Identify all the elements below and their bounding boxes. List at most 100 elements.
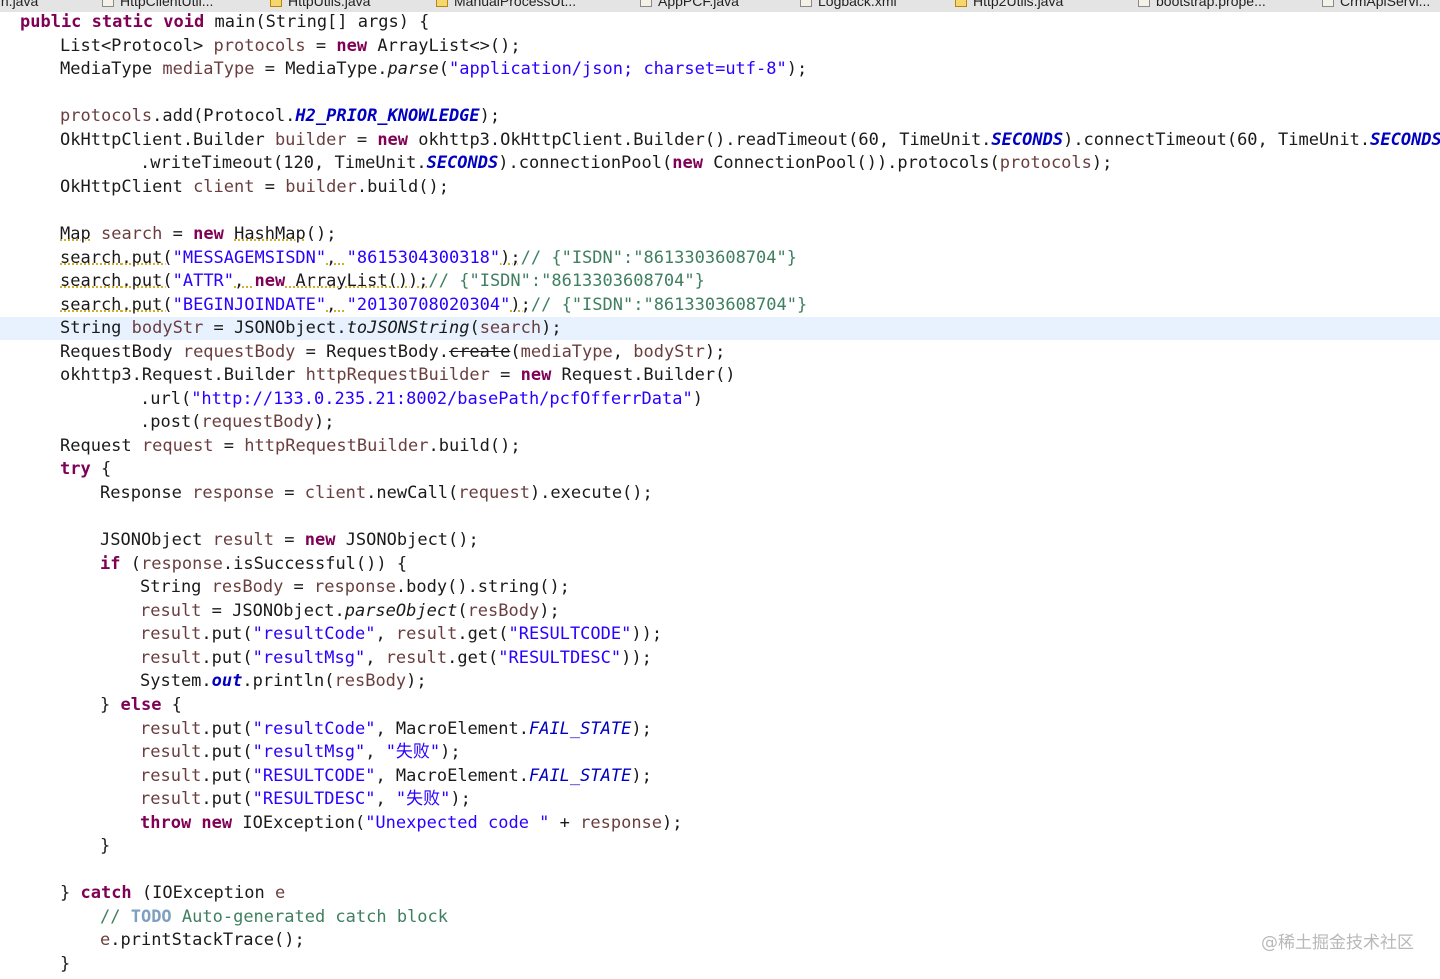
- code-token: .get(: [447, 647, 499, 668]
- code-text: .post(requestBody);: [140, 411, 335, 434]
- code-token: new: [672, 153, 703, 174]
- code-token: ,: [612, 341, 634, 362]
- editor-tab-label: HttpUtils.java: [288, 0, 371, 9]
- code-token: .put(: [201, 624, 253, 645]
- code-line[interactable]: } catch (IOException e: [0, 882, 1440, 905]
- code-token: ,: [365, 647, 386, 668]
- editor-tab[interactable]: AppPCF.java: [640, 0, 739, 11]
- code-line[interactable]: result = JSONObject.parseObject(resBody)…: [0, 600, 1440, 623]
- editor-tab-label: Http2Utils.java: [973, 0, 1064, 9]
- code-line[interactable]: result.put("resultCode", result.get("RES…: [0, 623, 1440, 646]
- code-line[interactable]: result.put("resultCode", MacroElement.FA…: [0, 718, 1440, 741]
- code-token: result: [140, 600, 202, 621]
- code-line[interactable]: JSONObject result = new JSONObject();: [0, 529, 1440, 552]
- code-token: = RequestBody.: [295, 341, 449, 362]
- code-line[interactable]: if (response.isSuccessful()) {: [0, 553, 1440, 576]
- code-line[interactable]: Response response = client.newCall(reque…: [0, 482, 1440, 505]
- code-line[interactable]: // TODO Auto-generated catch block: [0, 906, 1440, 929]
- code-text: .url("http://133.0.235.21:8002/basePath/…: [140, 388, 703, 411]
- editor-tab[interactable]: Http2Utils.java: [955, 0, 1063, 11]
- code-token: "RESULTCODE": [508, 624, 632, 645]
- code-token: ,: [375, 624, 396, 645]
- code-token: result: [140, 742, 202, 763]
- code-token: =: [274, 483, 305, 503]
- code-line[interactable]: search.put("ATTR", new ArrayList());// {…: [0, 270, 1440, 293]
- code-line[interactable]: try {: [0, 458, 1440, 481]
- code-token: SECONDS: [1370, 129, 1440, 150]
- code-token: public static void: [20, 12, 215, 32]
- code-token: SECONDS: [991, 129, 1064, 150]
- code-token: );: [631, 765, 652, 786]
- code-line[interactable]: search.put("MESSAGEMSISDN", "86153043003…: [0, 247, 1440, 270]
- code-line[interactable]: [0, 506, 1440, 529]
- code-token: protocols: [999, 153, 1092, 174]
- code-token: ArrayList());: [285, 271, 429, 292]
- code-token: FAIL_STATE: [528, 765, 632, 786]
- code-line[interactable]: List<Protocol> protocols = new ArrayList…: [0, 35, 1440, 58]
- code-line[interactable]: Map search = new HashMap();: [0, 223, 1440, 246]
- code-line[interactable]: .post(requestBody);: [0, 411, 1440, 434]
- code-line[interactable]: RequestBody requestBody = RequestBody.cr…: [0, 341, 1440, 364]
- code-token: new: [520, 365, 552, 386]
- file-icon: [800, 0, 812, 7]
- editor-tab[interactable]: ManualProcessUt...: [436, 0, 576, 11]
- code-token: .put(: [201, 789, 253, 810]
- code-token: ConnectionPool()).protocols(: [702, 153, 1000, 174]
- code-line[interactable]: e.printStackTrace();: [0, 929, 1440, 952]
- code-line[interactable]: result.put("RESULTCODE", MacroElement.FA…: [0, 765, 1440, 788]
- code-token: "8615304300318": [346, 247, 501, 268]
- code-line[interactable]: .url("http://133.0.235.21:8002/basePath/…: [0, 388, 1440, 411]
- code-line[interactable]: throw new IOException("Unexpected code "…: [0, 812, 1440, 835]
- code-token: search: [100, 223, 163, 244]
- code-token: ,: [375, 789, 396, 810]
- code-token: );: [479, 106, 501, 127]
- code-token: result: [140, 718, 202, 739]
- code-line[interactable]: OkHttpClient.Builder builder = new okhtt…: [0, 129, 1440, 152]
- code-token: TODO: [130, 906, 172, 927]
- code-token: JSONObject();: [335, 530, 479, 551]
- code-token: search: [60, 294, 122, 315]
- code-line[interactable]: public static void main(String[] args) {: [0, 11, 1440, 34]
- current-code-line[interactable]: String bodyStr = JSONObject.toJSONString…: [0, 317, 1440, 341]
- code-line[interactable]: result.put("RESULTDESC", "失败");: [0, 788, 1440, 811]
- editor-tab[interactable]: bootstrap.prope...: [1138, 0, 1266, 11]
- code-token: =: [213, 435, 245, 456]
- code-line[interactable]: [0, 859, 1440, 882]
- code-text: Response response = client.newCall(reque…: [100, 482, 653, 505]
- code-token: }: [100, 836, 111, 857]
- code-token: request: [458, 483, 530, 503]
- code-line[interactable]: String resBody = response.body().string(…: [0, 576, 1440, 599]
- code-line[interactable]: System.out.println(resBody);: [0, 670, 1440, 693]
- code-line[interactable]: result.put("resultMsg", result.get("RESU…: [0, 647, 1440, 670]
- code-text: result.put("RESULTCODE", MacroElement.FA…: [140, 765, 652, 788]
- code-line[interactable]: }: [0, 953, 1440, 976]
- code-line[interactable]: result.put("resultMsg", "失败");: [0, 741, 1440, 764]
- code-line[interactable]: .writeTimeout(120, TimeUnit.SECONDS).con…: [0, 152, 1440, 175]
- code-line[interactable]: [0, 82, 1440, 105]
- editor-tab[interactable]: HttpUtils.java: [270, 0, 370, 11]
- code-line[interactable]: okhttp3.Request.Builder httpRequestBuild…: [0, 364, 1440, 387]
- code-token: );: [704, 341, 726, 362]
- code-token: new: [254, 271, 286, 292]
- code-line[interactable]: OkHttpClient client = builder.build();: [0, 176, 1440, 199]
- code-token: }: [60, 883, 81, 904]
- editor-tab[interactable]: HttpClientUtil...: [102, 0, 213, 11]
- code-line[interactable]: [0, 199, 1440, 222]
- code-line[interactable]: protocols.add(Protocol.H2_PRIOR_KNOWLEDG…: [0, 105, 1440, 128]
- code-line[interactable]: }: [0, 835, 1440, 858]
- code-line[interactable]: Request request = httpRequestBuilder.bui…: [0, 435, 1440, 458]
- code-token: builder: [285, 176, 357, 197]
- code-editor[interactable]: public static void main(String[] args) {…: [0, 12, 1440, 979]
- code-line[interactable]: } else {: [0, 694, 1440, 717]
- editor-tab[interactable]: Logback.xml: [800, 0, 897, 11]
- editor-tab[interactable]: CrmApiServi...: [1322, 0, 1430, 11]
- code-token: );: [406, 671, 427, 692]
- code-line[interactable]: search.put("BEGINJOINDATE", "20130708020…: [0, 294, 1440, 317]
- editor-tab[interactable]: ain.java: [0, 0, 38, 11]
- code-line[interactable]: MediaType mediaType = MediaType.parse("a…: [0, 58, 1440, 81]
- code-token: "resultMsg": [252, 647, 366, 668]
- code-text: search.put("MESSAGEMSISDN", "86153043003…: [60, 247, 797, 270]
- code-text: OkHttpClient.Builder builder = new okhtt…: [60, 129, 1440, 152]
- code-token: .put(: [201, 647, 253, 668]
